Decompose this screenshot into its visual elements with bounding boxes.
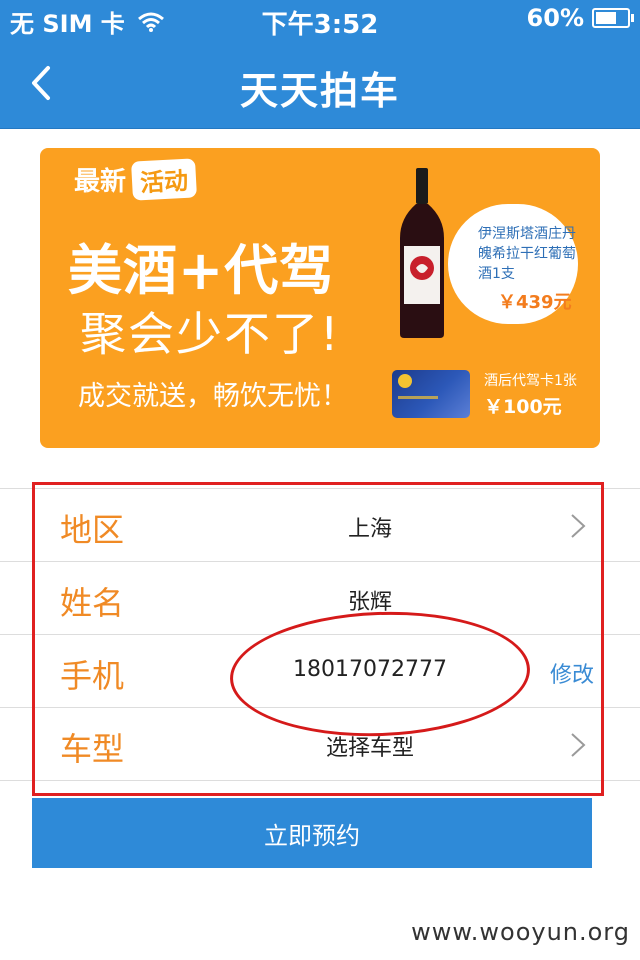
wine-description: 伊涅斯塔酒庄丹魄希拉干红葡萄酒1支 — [478, 226, 576, 282]
form-row-name[interactable]: 姓名 张辉 — [0, 561, 640, 634]
name-value: 张辉 — [347, 590, 392, 615]
name-label: 姓名 — [60, 584, 125, 622]
book-now-button[interactable]: 立即预约 — [32, 798, 592, 868]
chevron-right-icon — [571, 514, 586, 538]
wine-info-bubble: 伊涅斯塔酒庄丹魄希拉干红葡萄酒1支 ￥439元 — [448, 204, 578, 324]
status-battery-group: 60% — [526, 4, 634, 32]
status-bar: 无 SIM 卡 下午3:52 60% — [0, 0, 640, 40]
watermark: www.wooyun.org — [411, 918, 630, 946]
battery-fill — [596, 12, 617, 24]
driver-card-icon — [392, 370, 470, 418]
battery-percent: 60% — [526, 4, 584, 32]
phone-value: 18017072777 — [293, 657, 447, 682]
wine-bottle-icon — [400, 168, 444, 338]
card-chip — [398, 374, 412, 388]
card-stripe — [398, 396, 438, 399]
region-value: 上海 — [347, 517, 392, 542]
banner-subheadline: 聚会少不了! — [80, 307, 341, 361]
banner-tag: 最新 活动 — [74, 158, 197, 201]
wine-price: ￥439元 — [498, 292, 572, 313]
booking-form: 地区 上海 姓名 张辉 手机 18017072777 修改 车型 选择车型 — [0, 488, 640, 781]
nav-bar: 天天拍车 — [0, 40, 640, 129]
banner-slogan: 成交就送，畅饮无忧！ — [78, 381, 348, 412]
tag-activity: 活动 — [131, 158, 197, 201]
battery-icon — [592, 8, 634, 28]
region-label: 地区 — [60, 511, 125, 549]
form-row-car-model[interactable]: 车型 选择车型 — [0, 707, 640, 781]
phone-label: 手机 — [60, 657, 125, 695]
tag-new-text: 最新 — [74, 167, 127, 197]
form-row-phone: 手机 18017072777 修改 — [0, 634, 640, 707]
form-row-region[interactable]: 地区 上海 — [0, 488, 640, 561]
chevron-right-icon — [571, 733, 586, 757]
page-title: 天天拍车 — [239, 69, 400, 113]
banner-headline: 美酒+代驾 — [68, 239, 335, 302]
card-description: 酒后代驾卡1张 — [484, 373, 577, 389]
car-model-value: 选择车型 — [325, 736, 414, 761]
edit-phone-link[interactable]: 修改 — [550, 657, 594, 689]
car-model-label: 车型 — [60, 730, 125, 768]
card-price: ￥100元 — [484, 396, 562, 418]
promo-banner[interactable]: 最新 活动 美酒+代驾 聚会少不了! 成交就送，畅饮无忧！ 伊涅斯塔酒庄丹魄希拉… — [40, 148, 600, 448]
